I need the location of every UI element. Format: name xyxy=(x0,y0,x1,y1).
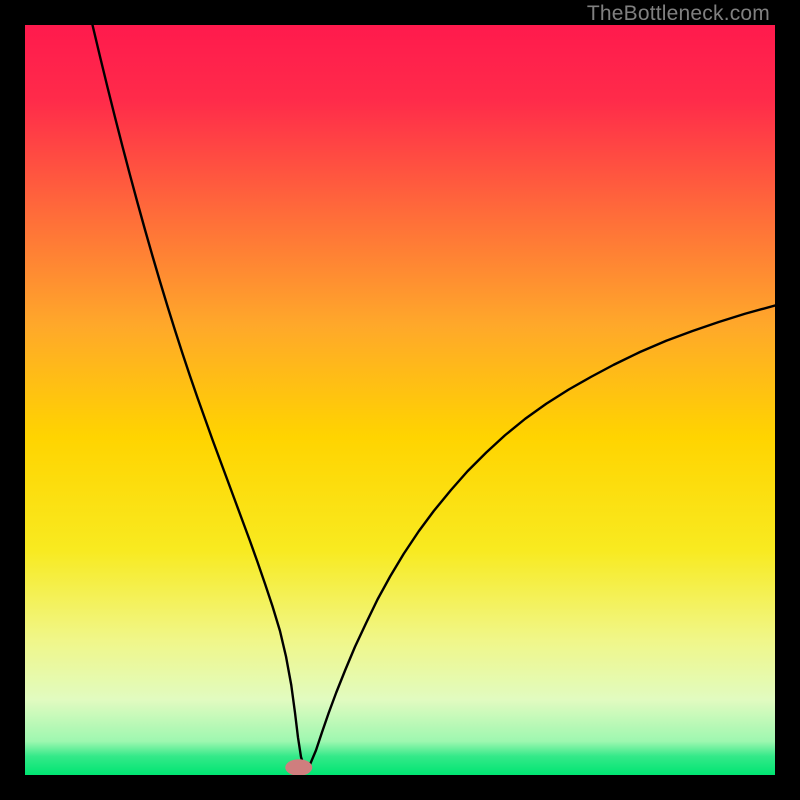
plot-area xyxy=(25,25,775,775)
watermark-label: TheBottleneck.com xyxy=(587,2,770,26)
gradient-background xyxy=(25,25,775,775)
outer-frame: TheBottleneck.com xyxy=(0,0,800,800)
chart-svg xyxy=(25,25,775,775)
marker-layer xyxy=(285,759,312,775)
min-marker xyxy=(285,759,312,775)
